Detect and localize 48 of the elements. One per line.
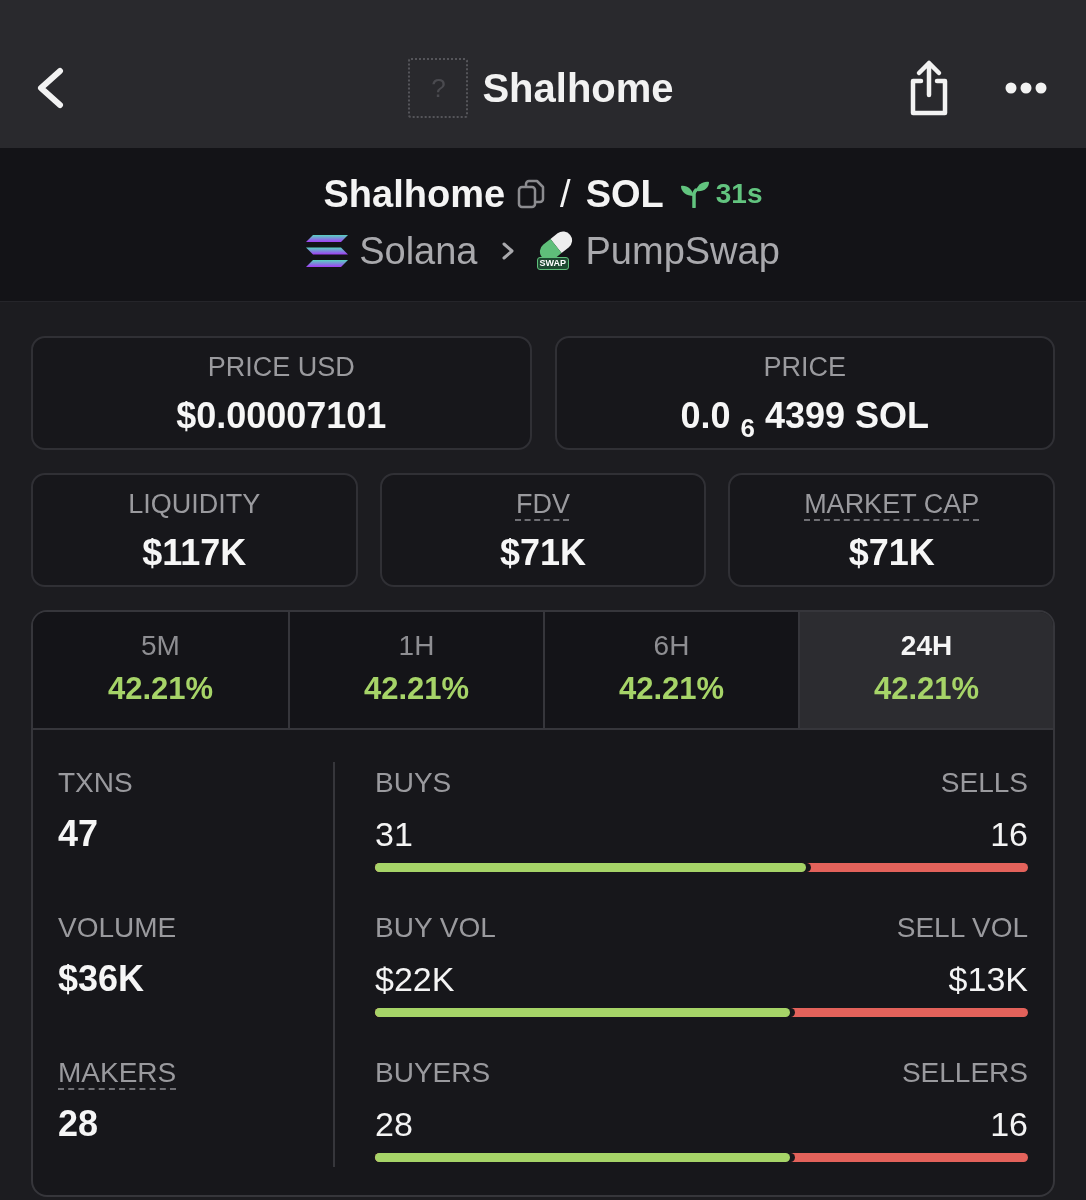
buy-value: 31 <box>375 814 413 854</box>
card-value: $71K <box>499 531 586 575</box>
period-tab[interactable]: 24H 42.21% <box>798 612 1053 728</box>
chain-name[interactable]: Solana <box>359 228 478 274</box>
buy-label: BUYERS <box>375 1058 491 1090</box>
buy-value: 28 <box>375 1104 413 1144</box>
share-icon <box>908 59 950 117</box>
stat-value: 28 <box>58 1104 99 1144</box>
buy-label: BUYS <box>375 768 452 800</box>
logo-label: SWAP <box>536 257 569 270</box>
base-token-name: Shalhome <box>323 172 506 217</box>
page-title: Shalhome <box>482 65 674 112</box>
more-button[interactable] <box>1005 82 1047 94</box>
card-value: 0.0 $_{6}$ 4399 SOL <box>680 394 930 439</box>
buy-label: BUY VOL <box>375 913 496 945</box>
pair-separator: / <box>560 172 571 217</box>
three-bars-logo-icon <box>306 235 349 267</box>
stat-label: MAKERS <box>58 1058 177 1090</box>
buy-value: $22K <box>375 959 455 999</box>
quote-token-name: SOL <box>585 172 664 217</box>
card-label: MARKET CAP <box>804 488 980 521</box>
stat-value: $36K <box>58 959 145 999</box>
sell-label: SELL VOL <box>896 913 1028 945</box>
card-label: FDV <box>516 488 570 521</box>
card-value: $0.00007101 <box>176 394 387 438</box>
sell-value: 16 <box>990 1104 1028 1144</box>
more-dots-icon <box>1005 82 1047 94</box>
card-label: PRICE USD <box>207 351 355 384</box>
dex-name[interactable]: PumpSwap <box>585 228 780 274</box>
sell-label: SELLERS <box>901 1058 1028 1090</box>
card-label: PRICE <box>763 351 846 384</box>
chevron-right-icon <box>501 242 514 260</box>
back-chevron-icon <box>35 67 65 109</box>
card-label: LIQUIDITY <box>128 488 261 521</box>
share-button[interactable] <box>908 59 950 117</box>
token-placeholder-icon: ? <box>408 58 469 118</box>
stat-label: VOLUME <box>58 913 177 945</box>
sell-label: SELLS <box>940 768 1028 800</box>
card-value: $117K <box>142 531 247 575</box>
copy-icon[interactable] <box>517 179 546 209</box>
stat-label: TXNS <box>58 768 133 800</box>
pair-age: 31s <box>715 177 763 211</box>
sell-value: $13K <box>948 959 1028 999</box>
stat-value: 47 <box>58 814 99 854</box>
back-button[interactable] <box>35 67 65 109</box>
sell-value: 16 <box>990 814 1028 854</box>
card-value: $71K <box>848 531 935 575</box>
sprout-icon <box>679 180 710 208</box>
